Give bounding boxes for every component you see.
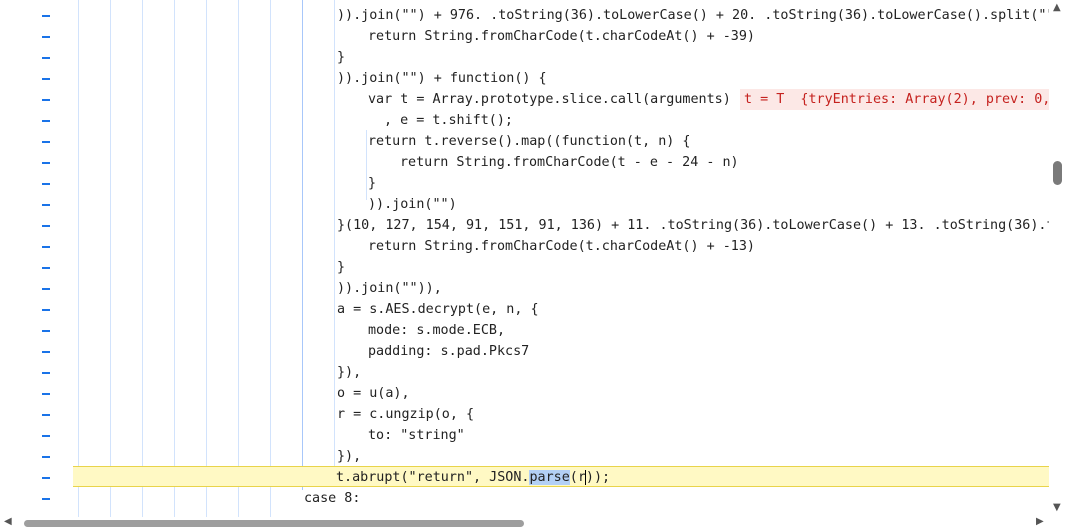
code-text: var t = Array.prototype.slice.call(argum… <box>368 92 731 107</box>
code-line[interactable]: )).join("") <box>0 194 1049 215</box>
code-line[interactable]: } <box>0 173 1049 194</box>
code-text: mode: s.mode.ECB, <box>368 323 506 338</box>
code-text: } <box>337 50 346 65</box>
code-line[interactable]: case 8: <box>0 488 1049 509</box>
code-line[interactable]: var t = Array.prototype.slice.call(argum… <box>0 89 1049 110</box>
code-text: } <box>368 176 377 191</box>
code-text: return String.fromCharCode(t.charCodeAt(… <box>368 29 755 44</box>
code-line[interactable]: }(10, 127, 154, 91, 151, 91, 136) + 11. … <box>0 215 1049 236</box>
code-text: o = u(a), <box>337 386 410 401</box>
code-text: return String.fromCharCode(t.charCodeAt(… <box>368 239 755 254</box>
code-text: , e = t.shift(); <box>384 113 513 128</box>
code-text: case 8: <box>304 491 361 506</box>
vertical-scroll-thumb[interactable] <box>1053 161 1062 185</box>
code-text: return t.reverse().map((function(t, n) { <box>368 134 691 149</box>
code-text-after-cursor: )); <box>585 470 611 485</box>
scroll-left-arrow-icon[interactable]: ◀ <box>4 516 12 527</box>
code-text: )).join("") + 976. .toString(36).toLower… <box>337 8 1049 23</box>
code-line[interactable]: r = c.ungzip(o, { <box>0 404 1049 425</box>
vertical-scrollbar[interactable]: ▲ ▼ <box>1049 0 1066 527</box>
code-text: return String.fromCharCode(t - e - 24 - … <box>400 155 739 170</box>
code-text: a = s.AES.decrypt(e, n, { <box>337 302 539 317</box>
code-text-before-selection: t.abrupt("return", JSON. <box>336 470 530 485</box>
scroll-up-arrow-icon[interactable]: ▲ <box>1053 2 1061 13</box>
code-text: t.abrupt("return", JSON.parse(r)); <box>336 467 610 488</box>
code-line[interactable]: } <box>0 47 1049 68</box>
code-line[interactable]: mode: s.mode.ECB, <box>0 320 1049 341</box>
code-line[interactable]: to: "string" <box>0 425 1049 446</box>
code-text: }), <box>337 449 362 464</box>
code-line[interactable]: o = u(a), <box>0 383 1049 404</box>
code-text: r = c.ungzip(o, { <box>337 407 475 422</box>
horizontal-scroll-thumb[interactable] <box>24 520 524 527</box>
code-text: )).join("") <box>368 197 457 212</box>
current-execution-line[interactable]: t.abrupt("return", JSON.parse(r)); <box>73 466 1049 487</box>
code-text: }), <box>337 365 362 380</box>
code-line[interactable]: return String.fromCharCode(t.charCodeAt(… <box>0 26 1049 47</box>
code-text: )).join("")), <box>337 281 442 296</box>
code-editor[interactable]: )).join("") + 976. .toString(36).toLower… <box>0 0 1049 527</box>
inline-value-preview[interactable]: t = T {tryEntries: Array(2), prev: 0, ne <box>740 89 1049 110</box>
code-line[interactable]: )).join("") + function() { <box>0 68 1049 89</box>
code-text-before-cursor: (r <box>569 470 586 485</box>
scroll-down-arrow-icon[interactable]: ▼ <box>1053 502 1061 513</box>
code-line[interactable]: return String.fromCharCode(t - e - 24 - … <box>0 152 1049 173</box>
code-line[interactable]: a = s.AES.decrypt(e, n, { <box>0 299 1049 320</box>
code-line[interactable]: )).join("")), <box>0 278 1049 299</box>
code-line[interactable]: }), <box>0 446 1049 467</box>
code-line[interactable]: )).join("") + 976. .toString(36).toLower… <box>0 5 1049 26</box>
selected-text[interactable]: parse <box>529 470 570 485</box>
code-text: to: "string" <box>368 428 465 443</box>
code-text: )).join("") + function() { <box>337 71 547 86</box>
code-text: } <box>337 260 346 275</box>
code-line[interactable]: return t.reverse().map((function(t, n) { <box>0 131 1049 152</box>
code-line[interactable]: } <box>0 257 1049 278</box>
code-line[interactable]: padding: s.pad.Pkcs7 <box>0 341 1049 362</box>
code-text: }(10, 127, 154, 91, 151, 91, 136) + 11. … <box>337 218 1049 233</box>
code-text: padding: s.pad.Pkcs7 <box>368 344 530 359</box>
code-line[interactable]: , e = t.shift(); <box>0 110 1049 131</box>
code-line[interactable]: }), <box>0 362 1049 383</box>
code-line[interactable]: return String.fromCharCode(t.charCodeAt(… <box>0 236 1049 257</box>
scroll-right-arrow-icon[interactable]: ▶ <box>1036 516 1044 527</box>
